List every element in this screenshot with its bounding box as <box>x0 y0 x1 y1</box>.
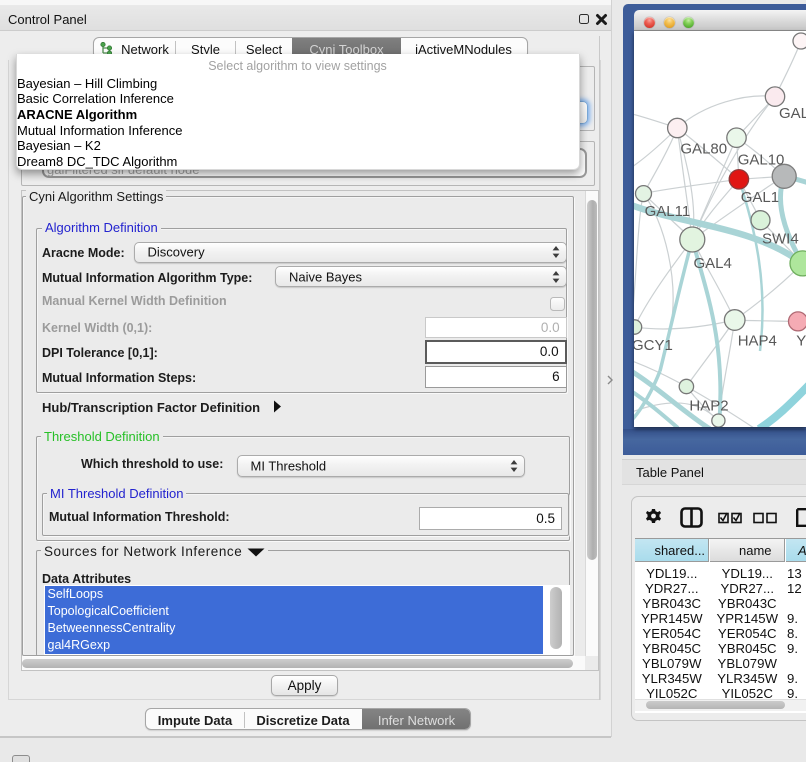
svg-text:GAL1: GAL1 <box>741 189 779 206</box>
svg-text:GAL80: GAL80 <box>680 141 727 158</box>
svg-text:HAP2: HAP2 <box>689 397 728 414</box>
svg-text:GAL11: GAL11 <box>645 203 691 220</box>
svg-text:HAP4: HAP4 <box>738 333 777 350</box>
svg-text:SWI4: SWI4 <box>762 231 799 248</box>
svg-text:GAL2: GAL2 <box>779 105 806 122</box>
svg-text:GAL10: GAL10 <box>738 152 785 169</box>
svg-text:GAL4: GAL4 <box>694 255 732 272</box>
svg-text:GCY1: GCY1 <box>634 337 673 354</box>
svg-text:YD: YD <box>796 333 806 350</box>
